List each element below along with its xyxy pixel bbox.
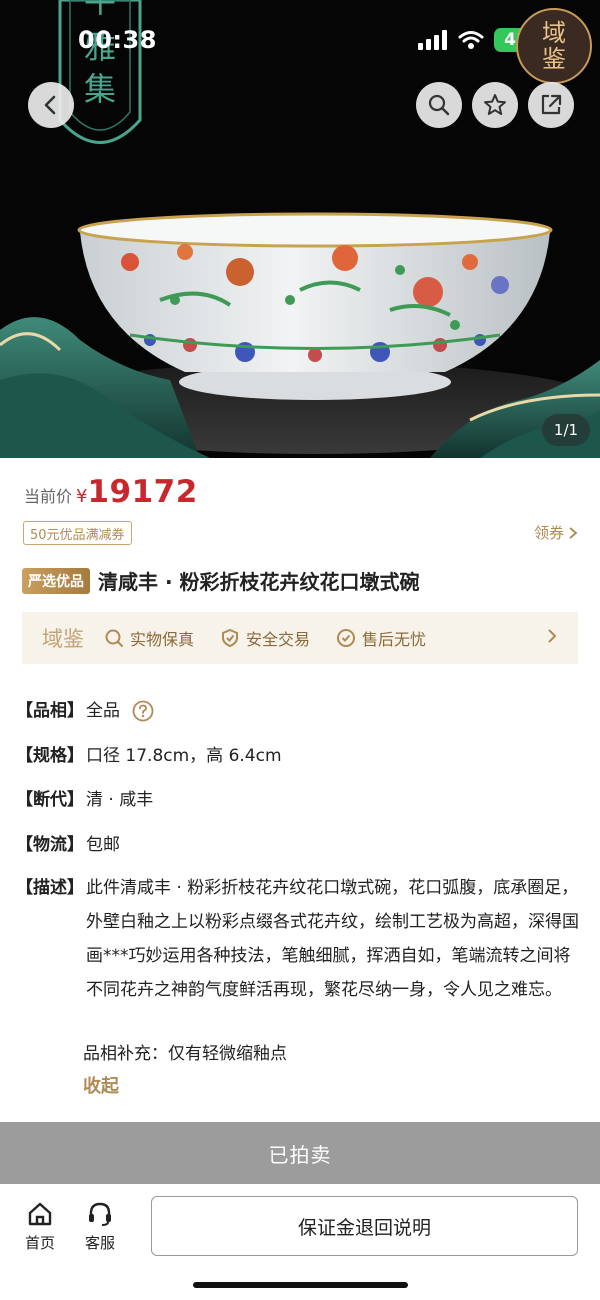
price-label: 当前价 — [24, 487, 73, 506]
coupon-badge: 50元优品满减券 — [23, 521, 132, 545]
signal-icon — [418, 30, 447, 50]
description-text: 此件清咸丰 · 粉彩折枝花卉纹花口墩式碗，花口弧腹，底承圈足，外壁白釉之上以粉彩… — [86, 878, 579, 1000]
chevron-right-icon — [548, 629, 557, 643]
home-indicator — [193, 1282, 408, 1288]
attribute-key: 【断代】 — [16, 790, 84, 810]
attribute-value: 清 · 咸丰 — [86, 790, 154, 810]
status-bar: 00:38 41 — [0, 0, 600, 80]
attribute-spec: 【规格】 口径 17.8cm，高 6.4cm — [16, 739, 282, 773]
get-coupon-link[interactable]: 领券 — [534, 522, 578, 543]
attribute-value: 包邮 — [86, 835, 120, 855]
guarantee-label: 售后无忧 — [362, 630, 427, 649]
circular-action-button[interactable] — [416, 82, 462, 128]
star-icon — [484, 94, 506, 115]
guarantee-authentic: 实物保真 — [104, 626, 194, 650]
get-coupon-label: 领券 — [533, 524, 564, 542]
collapse-button[interactable]: 收起 — [83, 1070, 119, 1104]
status-time: 00:38 — [78, 26, 157, 54]
bottom-tabbar: 首页 客服 保证金退回说明 — [0, 1184, 600, 1300]
headset-icon — [89, 1202, 111, 1226]
guarantee-label: 安全交易 — [246, 630, 311, 649]
seal-char: 域 — [542, 19, 566, 47]
chevron-left-icon — [44, 95, 56, 115]
help-icon[interactable] — [132, 700, 154, 722]
condition-supplement: 品相补充：仅有轻微缩釉点 — [83, 1044, 287, 1064]
attribute-value: 全品 — [86, 701, 120, 721]
check-circle-icon — [337, 629, 356, 647]
attribute-key: 【物流】 — [16, 835, 84, 855]
shield-check-icon — [222, 628, 239, 648]
seal-char: 鉴 — [542, 45, 566, 73]
guarantee-label: 实物保真 — [130, 630, 195, 649]
product-image[interactable]: 牛 雅 集 00:38 域 鉴 1/1 — [0, 0, 600, 458]
price-row: 当前价 ¥ 19172 — [24, 474, 198, 510]
guarantee-after-sale: 售后无忧 — [336, 626, 426, 650]
item-title: 清咸丰 · 粉彩折枝花卉纹花口墩式碗 — [98, 570, 420, 594]
home-icon — [28, 1202, 52, 1226]
share-button[interactable] — [528, 82, 574, 128]
attribute-description: 【描述】 此件清咸丰 · 粉彩折枝花卉纹花口墩式碗，花口弧腹，底承圈足，外壁白釉… — [16, 871, 584, 1007]
chevron-right-icon — [569, 526, 578, 539]
attribute-key: 【规格】 — [16, 746, 84, 766]
deposit-refund-button[interactable]: 保证金退回说明 — [151, 1196, 578, 1256]
image-page-indicator: 1/1 — [542, 414, 590, 446]
tab-label: 客服 — [84, 1234, 115, 1252]
sold-status-bar: 已拍卖 — [0, 1122, 600, 1184]
search-like-icon — [428, 94, 450, 116]
brand-seal-logo: 域 鉴 — [516, 8, 592, 84]
guarantee-safe-trade: 安全交易 — [220, 626, 310, 650]
tab-label: 首页 — [24, 1234, 55, 1252]
wifi-icon — [458, 31, 484, 49]
attribute-value: 口径 17.8cm，高 6.4cm — [86, 746, 282, 766]
tab-home[interactable]: 首页 — [18, 1200, 62, 1253]
favorite-button[interactable] — [472, 82, 518, 128]
attribute-condition: 【品相】 全品 — [16, 694, 154, 728]
title-row: 严选优品 清咸丰 · 粉彩折枝花卉纹花口墩式碗 — [22, 566, 420, 595]
back-button[interactable] — [28, 82, 74, 128]
current-price: 19172 — [87, 474, 198, 510]
price-currency: ¥ — [76, 486, 88, 507]
search-icon — [105, 629, 123, 647]
attribute-key: 【品相】 — [16, 701, 84, 721]
select-tag: 严选优品 — [22, 567, 90, 594]
attribute-period: 【断代】 清 · 咸丰 — [16, 783, 153, 817]
attribute-shipping: 【物流】 包邮 — [16, 828, 120, 862]
guarantee-bar[interactable]: 域鉴 实物保真 安全交易 售后无忧 — [22, 612, 578, 664]
share-icon — [541, 94, 562, 115]
attribute-key: 【描述】 — [16, 878, 84, 898]
tab-customer-service[interactable]: 客服 — [78, 1200, 122, 1253]
guarantee-brand: 域鉴 — [42, 627, 84, 651]
